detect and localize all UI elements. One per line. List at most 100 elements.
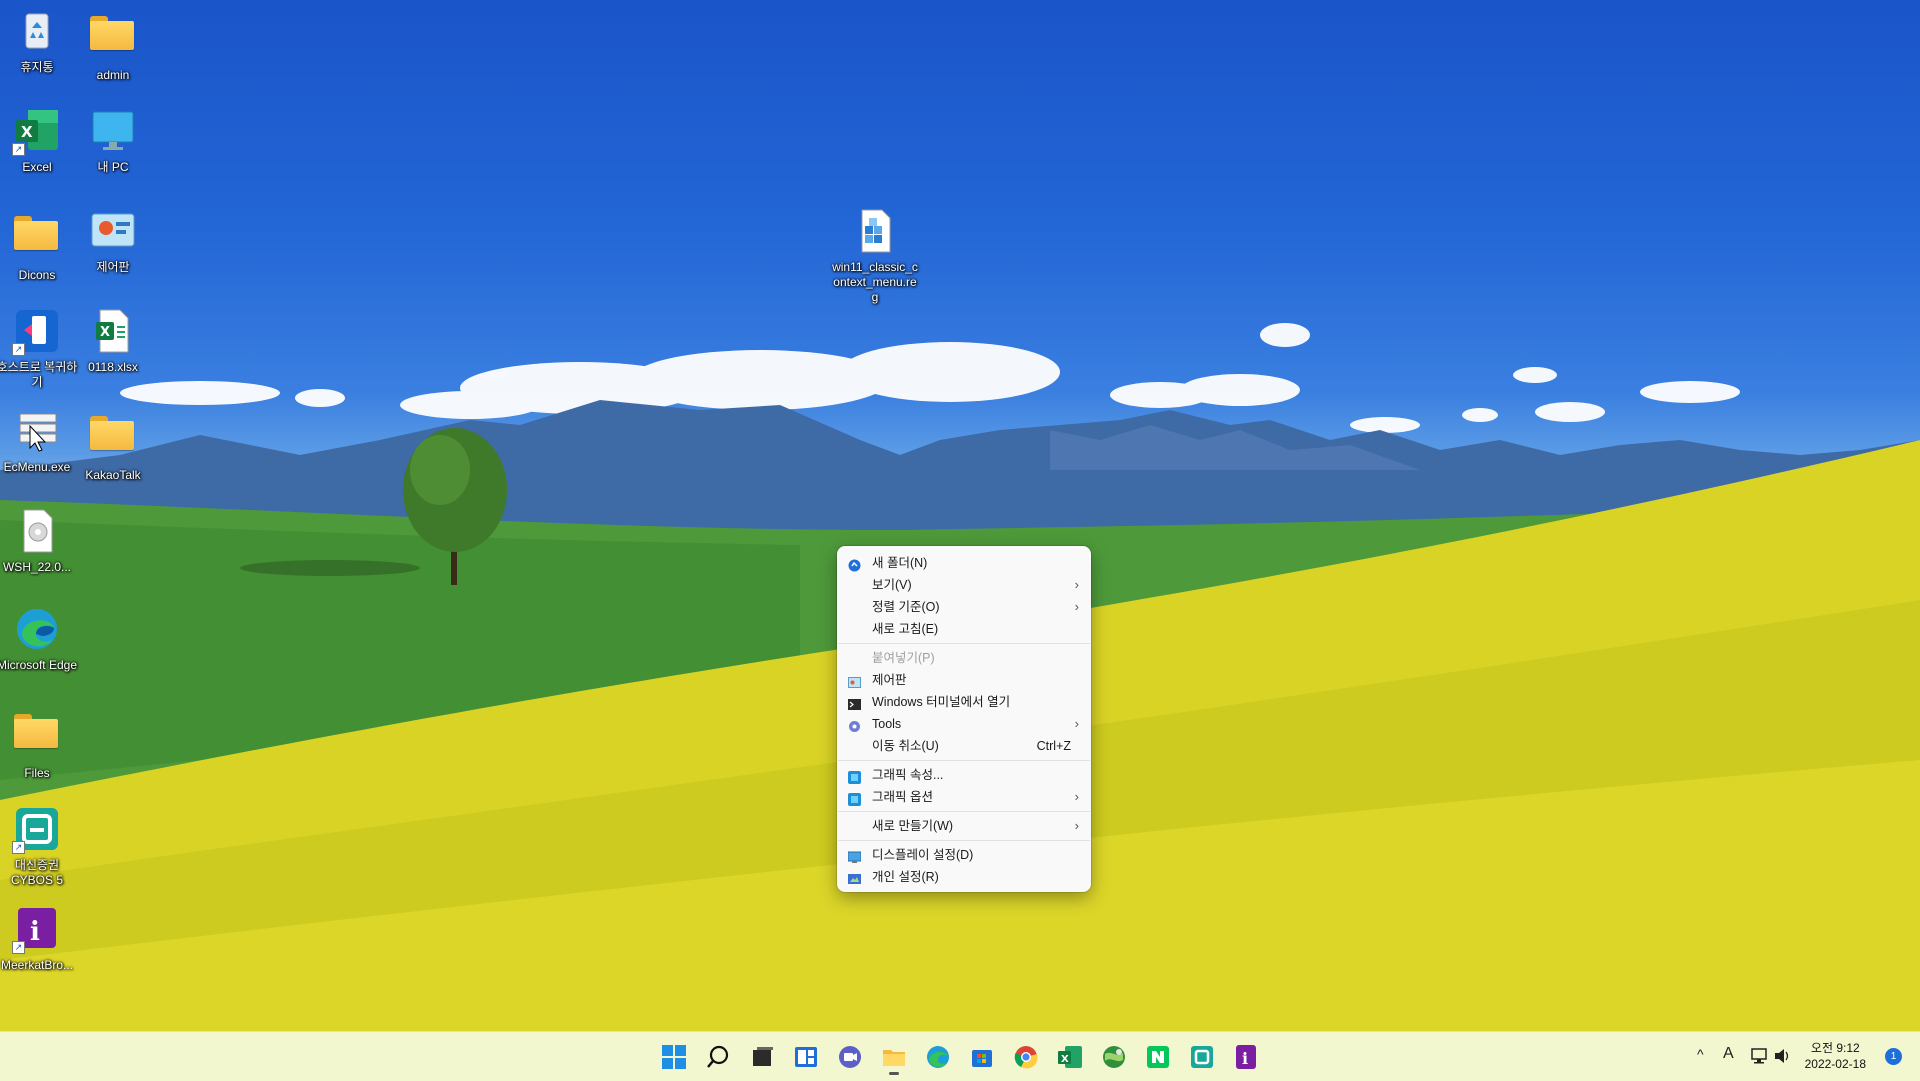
desktop-icon-control-panel[interactable]: 제어판 <box>70 208 156 275</box>
desktop-icon-label: 제어판 <box>96 260 130 274</box>
volume-icon[interactable] <box>1773 1047 1791 1070</box>
notification-badge[interactable]: 1 <box>1885 1048 1902 1065</box>
cybos-icon[interactable] <box>1189 1044 1215 1070</box>
desktop-icon-recycle-bin[interactable]: 휴지통 <box>0 8 80 75</box>
search-icon[interactable] <box>705 1044 731 1070</box>
desktop-icon-admin[interactable]: admin <box>70 8 156 83</box>
naver-icon[interactable] <box>1145 1044 1171 1070</box>
desktop-icon-label: admin <box>96 68 130 82</box>
recycle-bin-icon <box>14 8 60 54</box>
store-icon[interactable] <box>969 1044 995 1070</box>
folder-icon <box>90 416 136 462</box>
menu-item-control-panel[interactable]: 제어판 <box>837 669 1091 691</box>
desktop-icon-return-host[interactable]: ↗ 호스트로 복귀하기 <box>0 308 80 390</box>
desktop-icon-label: 호스트로 복귀하기 <box>0 360 78 389</box>
folder-icon <box>14 714 60 760</box>
desktop-icon-label: win11_classic_context_menu.reg <box>832 260 918 304</box>
menu-item-open-terminal[interactable]: Windows 터미널에서 열기 <box>837 691 1091 713</box>
menu-item-refresh[interactable]: 새로 고침(E) <box>837 618 1091 640</box>
network-globe-icon[interactable] <box>1101 1044 1127 1070</box>
desktop-icon-label: Excel <box>22 160 52 174</box>
menu-separator <box>838 760 1090 761</box>
chevron-right-icon: › <box>1074 789 1079 804</box>
menu-item-graphics-properties[interactable]: 그래픽 속성... <box>837 764 1091 786</box>
svg-text:X: X <box>100 325 110 340</box>
excel-icon[interactable]: X <box>1057 1044 1083 1070</box>
personalize-icon <box>848 871 861 884</box>
desktop-icon-ecmenu[interactable]: EcMenu.exe <box>0 408 80 475</box>
excel-icon: X ↗ <box>12 108 60 156</box>
edge-icon[interactable] <box>925 1044 951 1070</box>
show-hidden-icons-chevron[interactable]: ^ <box>1697 1046 1704 1062</box>
shortcut-label: Ctrl+Z <box>1036 739 1071 753</box>
chrome-icon[interactable] <box>1013 1044 1039 1070</box>
desktop-icon-label: Dicons <box>18 268 56 282</box>
menu-separator <box>838 811 1090 812</box>
start-icon[interactable] <box>661 1044 687 1070</box>
shortcut-arrow-icon: ↗ <box>12 143 25 156</box>
desktop-icon-excel[interactable]: X ↗ Excel <box>0 108 80 175</box>
desktop-icon-label: WSH_22.0... <box>2 560 72 574</box>
control-panel-icon <box>848 674 861 688</box>
desktop-icon-0118-xlsx[interactable]: X 0118.xlsx <box>70 308 156 375</box>
desktop-icon-cybos[interactable]: ↗ 대신증권 CYBOS 5 <box>0 806 80 888</box>
chevron-right-icon: › <box>1074 599 1079 614</box>
desktop-icon-label: 대신증권 CYBOS 5 <box>10 858 64 887</box>
chat-icon[interactable] <box>837 1044 863 1070</box>
ecmenu-icon <box>14 408 60 454</box>
desktop-context-menu: 새 폴더(N) 보기(V) › 정렬 기준(O) › 새로 고침(E) 붙여넣기… <box>837 546 1091 892</box>
menu-item-display-settings[interactable]: 디스플레이 설정(D) <box>837 844 1091 866</box>
widgets-icon[interactable] <box>793 1044 819 1070</box>
desktop-icon-files[interactable]: Files <box>0 706 80 781</box>
network-icon[interactable] <box>1751 1047 1769 1070</box>
desktop-icon-reg-file[interactable]: win11_classic_context_menu.reg <box>830 208 920 305</box>
desktop-icon-label: EcMenu.exe <box>3 460 71 474</box>
clock-time: 오전 9:12 <box>1810 1041 1860 1055</box>
shortcut-arrow-icon: ↗ <box>12 941 25 954</box>
control-panel-icon <box>90 208 136 254</box>
ime-indicator[interactable]: A <box>1723 1045 1734 1063</box>
menu-separator <box>838 840 1090 841</box>
desktop-icon-label: MeerkatBro... <box>0 958 74 972</box>
menu-item-sort-by[interactable]: 정렬 기준(O) › <box>837 596 1091 618</box>
desktop-icon-wsh[interactable]: WSH_22.0... <box>0 508 80 575</box>
folder-icon <box>14 216 60 262</box>
meerkat-icon[interactable]: i <box>1233 1044 1259 1070</box>
monitor-icon <box>90 108 136 154</box>
clock[interactable]: 오전 9:12 2022-02-18 <box>1805 1040 1866 1072</box>
menu-item-new[interactable]: 새로 만들기(W) › <box>837 815 1091 837</box>
menu-item-tools[interactable]: Tools › <box>837 713 1091 735</box>
chevron-right-icon: › <box>1074 716 1079 731</box>
task-view-icon[interactable] <box>749 1044 775 1070</box>
clock-date: 2022-02-18 <box>1804 1057 1866 1071</box>
menu-item-graphics-options[interactable]: 그래픽 옵션 › <box>837 786 1091 808</box>
meerkat-icon: i ↗ <box>12 906 60 954</box>
file-explorer-icon[interactable] <box>881 1044 907 1075</box>
new-folder-icon <box>848 557 861 572</box>
display-icon <box>847 849 862 863</box>
desktop-icon-kakaotalk[interactable]: KakaoTalk <box>70 408 156 483</box>
installer-file-icon <box>14 508 60 554</box>
desktop-icon-this-pc[interactable]: 내 PC <box>70 108 156 175</box>
menu-item-undo-move[interactable]: 이동 취소(U) Ctrl+Z <box>837 735 1091 757</box>
menu-item-personalize[interactable]: 개인 설정(R) <box>837 866 1091 888</box>
menu-item-new-folder[interactable]: 새 폴더(N) <box>837 552 1091 574</box>
graphics-icon <box>848 791 861 806</box>
menu-item-paste: 붙여넣기(P) <box>872 651 935 665</box>
excel-file-icon: X <box>90 308 136 354</box>
registry-file-icon <box>852 208 898 254</box>
return-host-icon: ↗ <box>12 308 60 356</box>
desktop-icon-meerkat[interactable]: i ↗ MeerkatBro... <box>0 906 80 973</box>
svg-text:X: X <box>1061 1054 1069 1065</box>
desktop-icon-label: 내 PC <box>97 160 129 174</box>
menu-item-view[interactable]: 보기(V) › <box>837 574 1091 596</box>
desktop-icon-microsoft-edge[interactable]: Microsoft Edge <box>0 606 80 673</box>
terminal-icon <box>848 696 861 710</box>
desktop-icon-dicons[interactable]: Dicons <box>0 208 80 283</box>
graphics-icon <box>848 769 861 784</box>
running-indicator <box>889 1072 899 1075</box>
svg-text:X: X <box>21 123 33 141</box>
folder-icon <box>90 16 136 62</box>
cybos-icon: ↗ <box>12 806 60 854</box>
shortcut-arrow-icon: ↗ <box>12 343 25 356</box>
